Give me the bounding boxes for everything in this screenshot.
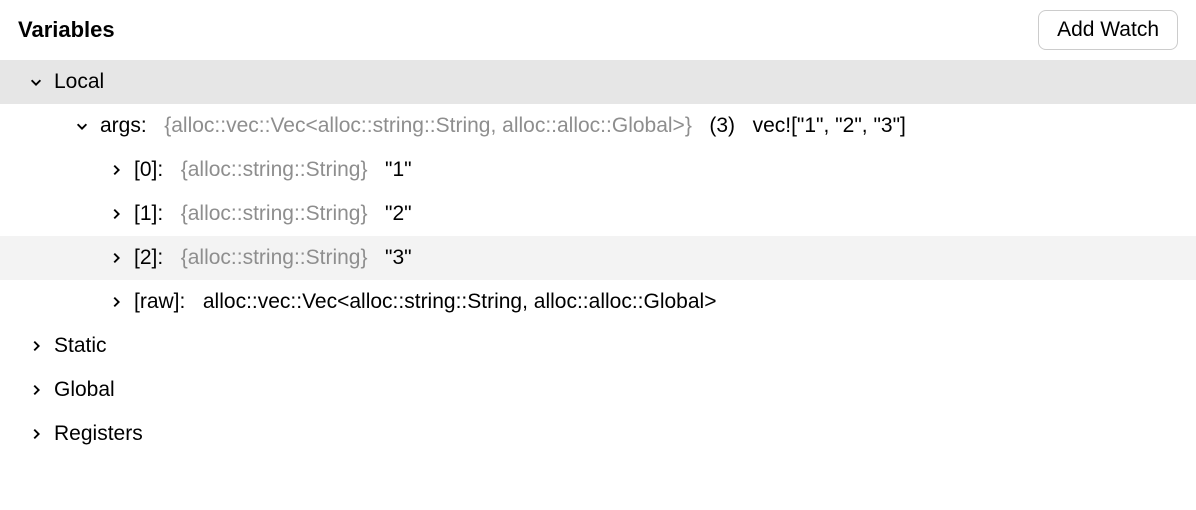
variable-args-item-2[interactable]: [2]: {alloc::string::String} "3" <box>0 236 1196 280</box>
add-watch-button[interactable]: Add Watch <box>1038 10 1178 50</box>
variable-type: {alloc::string::String} <box>181 158 368 181</box>
variable-args-item-1[interactable]: [1]: {alloc::string::String} "2" <box>0 192 1196 236</box>
variable-content: args: {alloc::vec::Vec<alloc::string::St… <box>100 114 906 138</box>
variable-value: "3" <box>385 246 412 269</box>
variable-value: "2" <box>385 202 412 225</box>
variable-value: "1" <box>385 158 412 181</box>
variable-type: {alloc::string::String} <box>181 202 368 225</box>
chevron-right-icon <box>104 202 128 226</box>
variable-count: (3) <box>709 114 735 137</box>
variable-index: [raw]: <box>134 290 185 313</box>
scope-local[interactable]: Local <box>0 60 1196 104</box>
chevron-right-icon <box>104 158 128 182</box>
scope-global[interactable]: Global <box>0 368 1196 412</box>
variable-name: args: <box>100 114 147 137</box>
variable-type: {alloc::vec::Vec<alloc::string::String, … <box>164 114 692 137</box>
variable-value: alloc::vec::Vec<alloc::string::String, a… <box>203 290 717 313</box>
variable-content: [raw]: alloc::vec::Vec<alloc::string::St… <box>134 290 716 314</box>
scope-static[interactable]: Static <box>0 324 1196 368</box>
chevron-right-icon <box>24 378 48 402</box>
variable-args-raw[interactable]: [raw]: alloc::vec::Vec<alloc::string::St… <box>0 280 1196 324</box>
variable-content: [0]: {alloc::string::String} "1" <box>134 158 412 182</box>
scope-label: Local <box>54 70 104 94</box>
variables-tree: Local args: {alloc::vec::Vec<alloc::stri… <box>0 60 1196 456</box>
variable-index: [1]: <box>134 202 163 225</box>
variable-value: vec!["1", "2", "3"] <box>753 114 906 137</box>
scope-label: Registers <box>54 422 143 446</box>
scope-registers[interactable]: Registers <box>0 412 1196 456</box>
variable-index: [2]: <box>134 246 163 269</box>
chevron-down-icon <box>24 70 48 94</box>
scope-label: Global <box>54 378 115 402</box>
variable-content: [1]: {alloc::string::String} "2" <box>134 202 412 226</box>
panel-title: Variables <box>18 17 115 43</box>
chevron-right-icon <box>104 290 128 314</box>
variable-type: {alloc::string::String} <box>181 246 368 269</box>
scope-label: Static <box>54 334 107 358</box>
chevron-right-icon <box>24 334 48 358</box>
chevron-right-icon <box>104 246 128 270</box>
variable-index: [0]: <box>134 158 163 181</box>
chevron-right-icon <box>24 422 48 446</box>
chevron-down-icon <box>70 114 94 138</box>
variable-content: [2]: {alloc::string::String} "3" <box>134 246 412 270</box>
variable-args-item-0[interactable]: [0]: {alloc::string::String} "1" <box>0 148 1196 192</box>
variable-args[interactable]: args: {alloc::vec::Vec<alloc::string::St… <box>0 104 1196 148</box>
variables-header: Variables Add Watch <box>0 0 1196 60</box>
